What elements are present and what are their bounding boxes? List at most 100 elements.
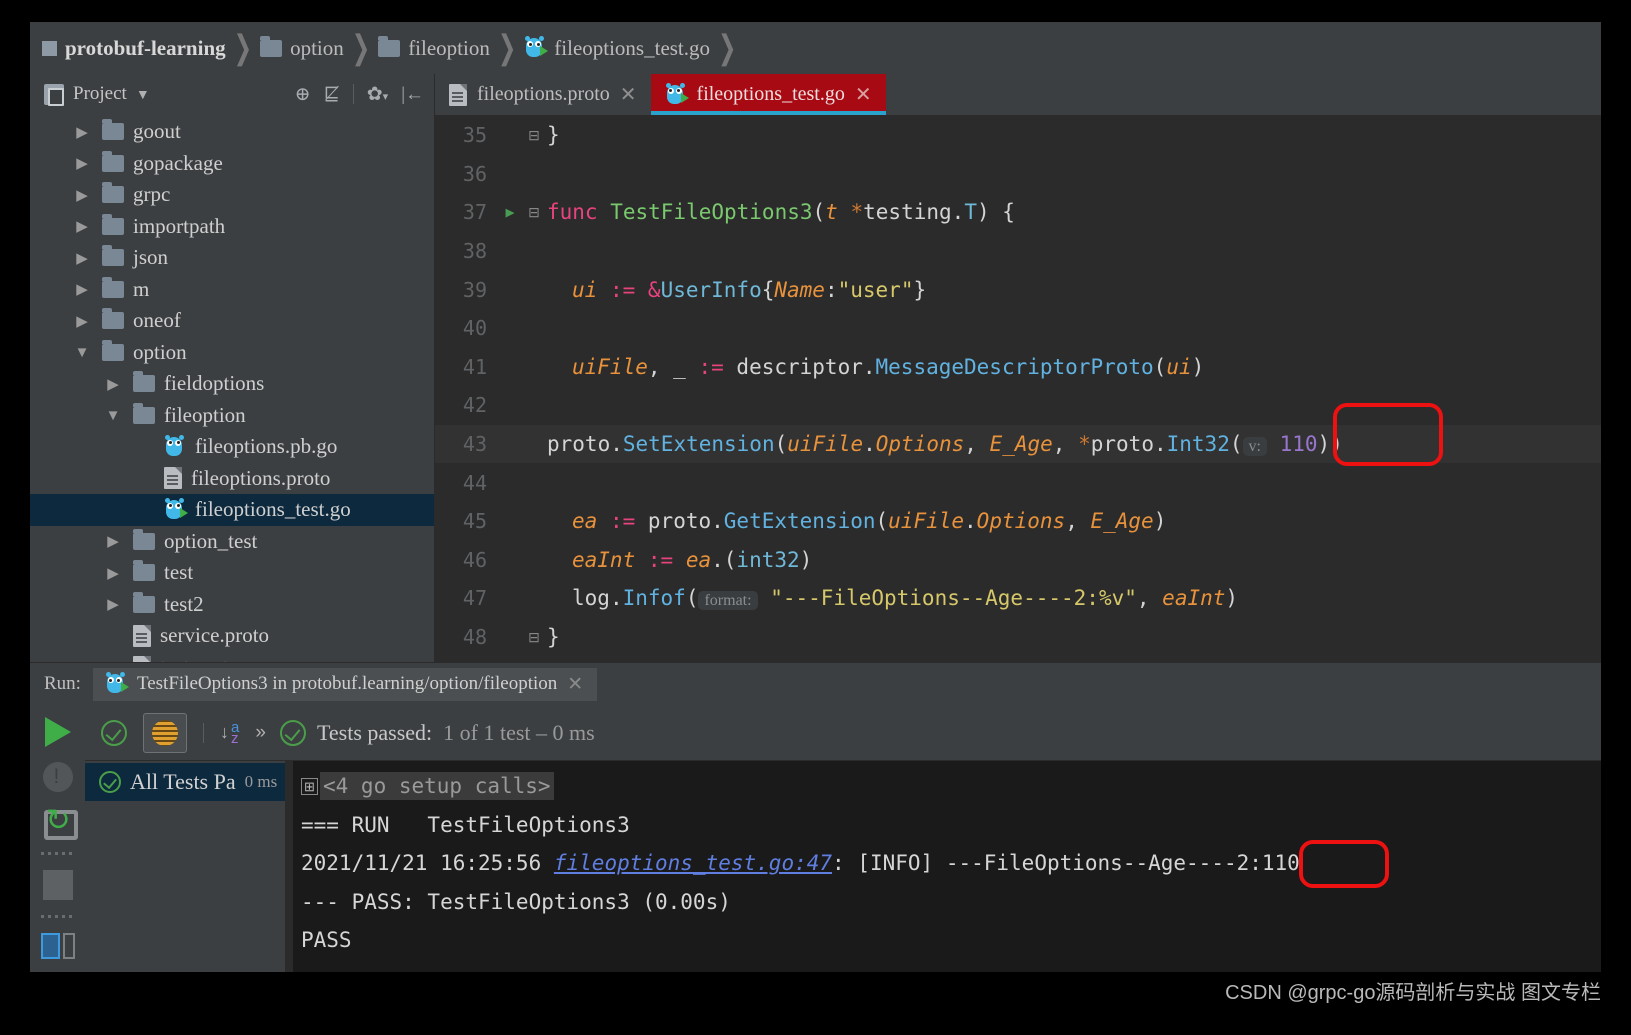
code-fold-icon[interactable]: ⊟	[523, 127, 545, 144]
parameter-hint: format:	[698, 591, 758, 611]
code-text: eaInt := ea.(int32)	[545, 548, 812, 572]
tree-item-oneof[interactable]: ▶ oneof	[30, 305, 434, 337]
code-token: }	[547, 123, 560, 148]
run-main: ↓ a z ›› Tests passed: 1 of 1 test – 0 ms …	[85, 705, 1601, 972]
close-icon[interactable]: ✕	[567, 673, 583, 696]
chevron-right-icon[interactable]: ▶	[102, 595, 124, 613]
tree-item-grpc[interactable]: ▶ grpc	[30, 179, 434, 211]
collapse-all-icon[interactable]: ⋢	[324, 85, 340, 104]
breadcrumb-item-option[interactable]: option	[258, 35, 346, 61]
tree-item-fileoption[interactable]: ▼ fileoption	[30, 400, 434, 432]
show-passed-icon[interactable]	[101, 719, 127, 746]
breadcrumb-item-file[interactable]: fileoptions_test.go	[522, 36, 712, 61]
code-line[interactable]: 41 uiFile, _ := descriptor.MessageDescrip…	[435, 348, 1601, 387]
locate-icon[interactable]: ⊕	[295, 85, 311, 104]
filter-icon[interactable]	[143, 712, 187, 753]
expand-toolbar-icon[interactable]: ››	[255, 722, 266, 744]
test-tree-row[interactable]: All Tests Pa 0 ms	[85, 763, 285, 801]
editor-tab-bar[interactable]: fileoptions.proto ✕ fileoptions_test.go ✕	[435, 74, 1601, 116]
code-line[interactable]: 45 ea := proto.GetExtension(uiFile.Option…	[435, 502, 1601, 541]
tree-item-goout[interactable]: ▶ goout	[30, 116, 434, 148]
code-line[interactable]: 42	[435, 386, 1601, 425]
code-line[interactable]: 43 proto.SetExtension(uiFile.Options, E_A…	[435, 424, 1601, 464]
run-configuration-tab[interactable]: TestFileOptions3 in protobuf.learning/op…	[92, 667, 598, 701]
chevron-right-icon[interactable]: ▶	[71, 186, 93, 204]
code-token: func	[547, 200, 611, 225]
layout-settings-button[interactable]	[40, 933, 75, 959]
tree-item-label: option_test	[164, 528, 258, 553]
chevron-right-icon[interactable]: ▶	[102, 564, 124, 582]
chevron-right-icon[interactable]: ▶	[71, 123, 93, 141]
console-output[interactable]: ⊞ <4 go setup calls> === RUN TestFileOptio…	[285, 761, 1601, 972]
code-fold-icon[interactable]: ⊟	[523, 629, 545, 646]
editor-tab-fileoptions-proto[interactable]: fileoptions.proto ✕	[435, 74, 651, 115]
breadcrumb-item-fileoption[interactable]: fileoption	[376, 35, 492, 61]
code-line[interactable]: 39 ui := &UserInfo{Name:"user"}	[435, 270, 1601, 309]
close-icon[interactable]: ✕	[855, 82, 872, 107]
chevron-right-icon[interactable]: ▶	[102, 532, 124, 550]
rerun-button[interactable]	[44, 717, 71, 747]
chevron-down-icon[interactable]: ▼	[102, 407, 124, 424]
tree-item-service-proto[interactable]: ▶ service.proto	[30, 620, 434, 652]
tree-item-gopackage[interactable]: ▶ gopackage	[30, 148, 434, 180]
chevron-down-icon[interactable]: ▼	[71, 344, 93, 361]
code-line[interactable]: 44	[435, 463, 1601, 502]
tree-item-option[interactable]: ▼ option	[30, 337, 434, 369]
code-line[interactable]: 35 ⊟}	[435, 116, 1601, 155]
tree-item-fieldoptions[interactable]: ▶ fieldoptions	[30, 368, 434, 400]
code-token: }	[913, 277, 927, 302]
watermark: CSDN @grpc-go源码剖析与实战 图文专栏	[1225, 982, 1601, 1004]
code-token: ,	[647, 354, 674, 379]
tree-item-test-proto[interactable]: ▶test.proto	[30, 652, 434, 662]
tree-item-fileoptions-test-go[interactable]: ▶ fileoptions_test.go	[30, 494, 434, 526]
chevron-right-icon[interactable]: ▶	[71, 312, 93, 330]
code-token: eaInt	[1162, 586, 1226, 611]
sort-alphabetically-icon[interactable]: ↓ a z	[220, 720, 239, 746]
console-fold-label[interactable]: <4 go setup calls>	[320, 772, 554, 801]
breadcrumb-item-project[interactable]: protobuf-learning	[40, 36, 228, 61]
chevron-down-icon[interactable]: ▼	[136, 86, 150, 102]
rerun-failed-tests-button[interactable]	[42, 762, 73, 792]
code-line[interactable]: 38	[435, 232, 1601, 271]
chevron-right-icon[interactable]: ▶	[102, 375, 124, 393]
code-line[interactable]: 37 ▶ ⊟ func TestFileOptions3(t *testing.T) …	[435, 193, 1601, 232]
tree-item-label: fileoptions.proto	[191, 465, 331, 490]
tree-item-test[interactable]: ▶ test	[30, 557, 434, 589]
chevron-right-icon[interactable]: ▶	[71, 217, 93, 235]
chevron-right-icon[interactable]: ▶	[71, 249, 93, 267]
close-icon[interactable]: ✕	[620, 82, 637, 107]
code-fold-icon[interactable]: ⊟	[523, 204, 545, 221]
chevron-right-icon[interactable]: ▶	[71, 280, 93, 298]
stop-button[interactable]	[42, 870, 73, 900]
code-line[interactable]: 36	[435, 155, 1601, 194]
toggle-auto-test-button[interactable]	[42, 803, 78, 840]
test-tree[interactable]: All Tests Pa 0 ms	[85, 761, 285, 972]
run-test-gutter-icon[interactable]: ▶	[497, 203, 523, 221]
editor-tab-fileoptions-test-go[interactable]: fileoptions_test.go ✕	[650, 74, 886, 115]
log-message: : [INFO] ---FileOptions--Age----2:110	[832, 851, 1300, 876]
code-line[interactable]: 46 eaInt := ea.(int32)	[435, 541, 1601, 580]
code-line[interactable]: 48 ⊟}	[435, 618, 1601, 657]
tree-item-test2[interactable]: ▶ test2	[30, 589, 434, 621]
code-line[interactable]: 47 log.Infof(format: "---FileOptions--Age…	[435, 579, 1601, 618]
code-token: ))	[1317, 432, 1343, 457]
tree-item-fileoptions-proto[interactable]: ▶ fileoptions.proto	[30, 463, 434, 495]
expand-fold-icon[interactable]: ⊞	[301, 777, 318, 795]
hide-panel-icon[interactable]: |←	[401, 85, 424, 104]
tree-item-option-test[interactable]: ▶ option_test	[30, 526, 434, 558]
console-text: --- PASS: TestFileOptions3 (0.00s)	[301, 889, 731, 914]
code-line[interactable]: 40	[435, 309, 1601, 348]
tree-item-importpath[interactable]: ▶ importpath	[30, 211, 434, 243]
tree-item-fileoptions-pb-go[interactable]: ▶ fileoptions.pb.go	[30, 431, 434, 463]
tree-item-json[interactable]: ▶ json	[30, 242, 434, 274]
console-file-link[interactable]: fileoptions_test.go:47	[554, 851, 832, 875]
project-tree[interactable]: ▶ goout ▶ gopackage ▶ grpc ▶ importpath ▶ json ▶ m ▶…	[30, 114, 434, 662]
settings-gear-icon[interactable]: ✿▾	[367, 85, 388, 104]
chevron-right-icon[interactable]: ▶	[71, 154, 93, 172]
proto-file-icon	[133, 624, 151, 647]
tree-item-m[interactable]: ▶ m	[30, 274, 434, 306]
code-token: :=	[698, 354, 724, 379]
code-content[interactable]: 35 ⊟} 36 37 ▶ ⊟ func TestFileOptions3(t *testi…	[435, 116, 1601, 662]
go-test-file-icon	[665, 82, 689, 106]
